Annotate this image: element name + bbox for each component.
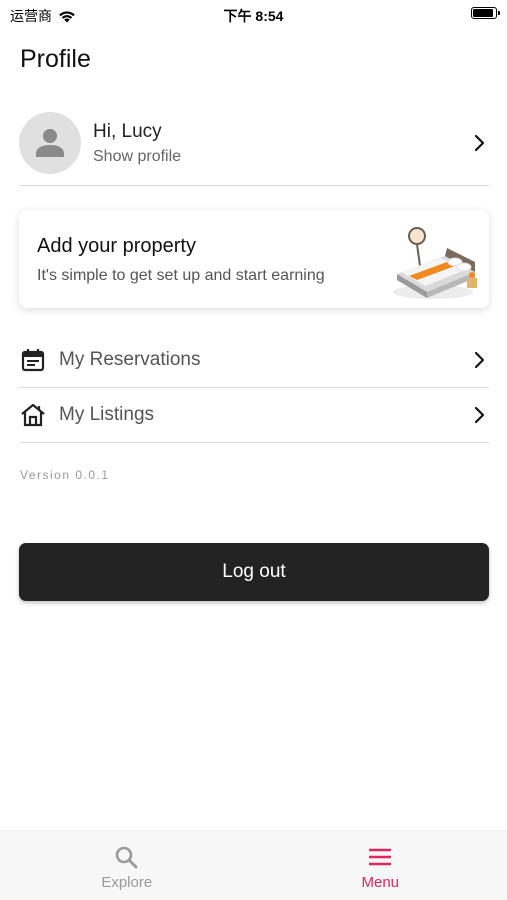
promo-subtitle: It's simple to get set up and start earn… (37, 267, 325, 284)
person-icon (36, 129, 64, 157)
profile-row[interactable]: Hi, Lucy Show profile (19, 110, 489, 176)
battery-level (473, 9, 493, 17)
calendar-icon (21, 349, 45, 372)
promo-title: Add your property (37, 235, 196, 257)
bed-illustration-icon (393, 227, 477, 299)
chevron-right-icon (474, 351, 485, 369)
tab-label: Explore (101, 874, 153, 891)
tab-menu[interactable]: Menu (254, 831, 507, 900)
menu-item-reservations[interactable]: My Reservations (19, 333, 489, 387)
profile-greeting: Hi, Lucy (93, 120, 162, 142)
menu-item-label: My Listings (59, 404, 155, 425)
battery-icon (471, 7, 500, 19)
logout-button[interactable]: Log out (19, 543, 489, 601)
tab-explore[interactable]: Explore (0, 831, 254, 900)
bottom-tab-bar: Explore Menu (0, 830, 507, 900)
menu-item-listings[interactable]: My Listings (19, 388, 489, 442)
status-time: 下午 8:54 (223, 8, 284, 24)
divider (19, 185, 489, 186)
chevron-right-icon (474, 406, 485, 424)
add-property-card[interactable]: Add your property It's simple to get set… (19, 210, 489, 308)
version-label: Version 0.0.1 (20, 468, 110, 482)
search-icon (115, 846, 138, 869)
tab-label: Menu (361, 874, 400, 891)
avatar (19, 112, 81, 174)
menu-item-label: My Reservations (59, 349, 201, 370)
chevron-right-icon[interactable] (469, 133, 489, 153)
profile-text: Hi, Lucy Show profile (93, 121, 469, 166)
house-icon (21, 403, 45, 427)
show-profile-link[interactable]: Show profile (93, 148, 469, 166)
divider (19, 442, 489, 443)
status-bar: 运营商 下午 8:54 (0, 0, 507, 28)
page-title: Profile (20, 45, 91, 73)
menu-icon (369, 848, 392, 866)
